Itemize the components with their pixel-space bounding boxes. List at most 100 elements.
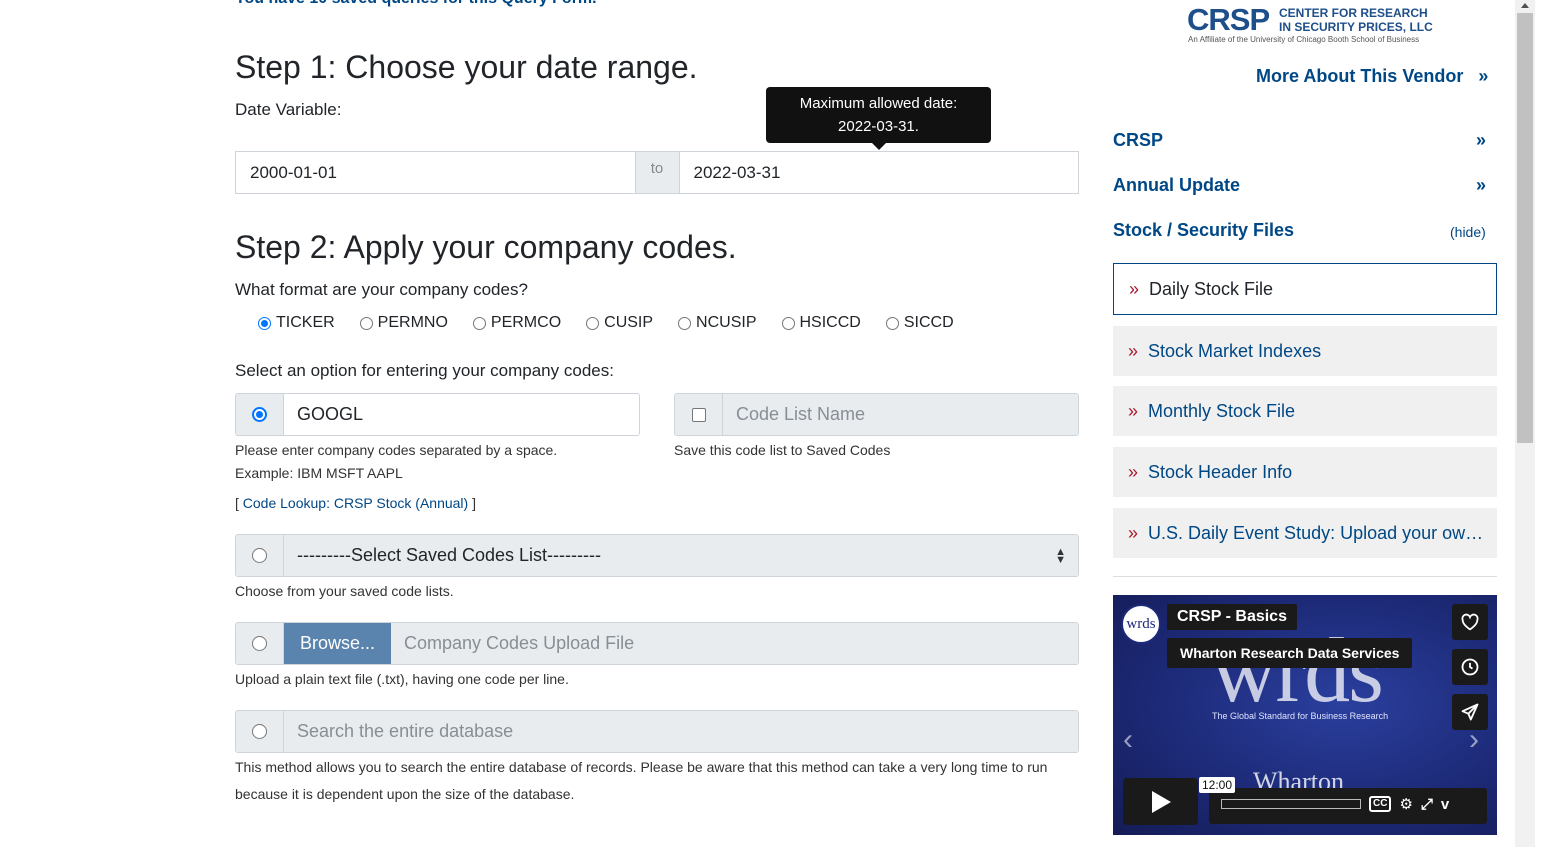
entry-option-label: Select an option for entering your compa… <box>235 361 614 380</box>
saved-queries-note: You have 10 saved queries for this Query… <box>235 0 597 8</box>
channel-logo[interactable]: wrds <box>1121 604 1161 644</box>
sidebar-item-stock-header-info[interactable]: » Stock Header Info <box>1113 447 1497 497</box>
clock-icon <box>1461 658 1479 676</box>
step1-title: Step 1: Choose your date range. <box>235 49 698 85</box>
video-subtitle[interactable]: Wharton Research Data Services <box>1167 638 1413 668</box>
step2-title: Step 2: Apply your company codes. <box>235 229 737 265</box>
codes-input[interactable]: GOOGL <box>284 394 639 435</box>
video-duration: 12:00 <box>1199 777 1236 793</box>
double-chevron-right-icon: » <box>1128 522 1139 543</box>
sidebar-section-annual-update[interactable]: Annual Update <box>1113 175 1240 196</box>
sidebar-files-heading: Stock / Security Files <box>1113 220 1295 240</box>
codes-input-group: GOOGL <box>235 393 640 436</box>
search-db-help-line1: This method allows you to search the ent… <box>235 759 1048 775</box>
radio-icon <box>586 316 600 330</box>
upload-radio[interactable] <box>236 623 284 664</box>
video-control-bar: CC ⚙ ⤢ v <box>1209 788 1487 824</box>
page-scrollbar[interactable] <box>1515 0 1535 847</box>
date-variable-label: Date Variable: <box>235 100 342 119</box>
saved-codes-radio[interactable] <box>236 535 284 576</box>
sidebar-item-event-study[interactable]: » U.S. Daily Event Study: Upload your ow… <box>1113 508 1497 558</box>
double-chevron-right-icon: » <box>1128 340 1139 361</box>
codes-help-line1: Please enter company codes separated by … <box>235 442 558 458</box>
chevron-left-icon[interactable]: ‹ <box>1123 723 1133 757</box>
start-date-input[interactable]: 2000-01-01 <box>235 151 636 194</box>
checkbox-icon <box>691 407 706 422</box>
radio-icon <box>252 724 267 739</box>
crsp-logo[interactable]: CRSP CENTER FOR RESEARCH IN SECURITY PRIC… <box>1187 2 1433 48</box>
code-list-name-group: Code List Name <box>674 393 1079 436</box>
upload-help: Upload a plain text file (.txt), having … <box>235 671 569 687</box>
radio-icon <box>885 316 899 330</box>
sidebar-item-daily-stock-file[interactable]: » Daily Stock File <box>1113 263 1497 315</box>
video-player[interactable]: wrds The Global Standard for Business Re… <box>1113 595 1497 835</box>
date-separator: to <box>635 151 679 194</box>
watch-later-button[interactable] <box>1452 649 1488 685</box>
double-chevron-right-icon[interactable]: » <box>1476 130 1486 151</box>
scrollbar-thumb[interactable] <box>1517 13 1533 443</box>
save-codes-help: Save this code list to Saved Codes <box>674 442 891 458</box>
search-db-group: Search the entire database <box>235 710 1079 753</box>
format-option-hsiccd[interactable]: HSICCD <box>781 314 861 332</box>
play-icon <box>1151 790 1171 813</box>
video-title[interactable]: CRSP - Basics <box>1167 604 1297 630</box>
browse-button[interactable]: Browse... <box>284 623 391 664</box>
radio-icon <box>252 636 267 651</box>
search-db-radio[interactable] <box>236 711 284 752</box>
radio-icon <box>252 407 267 422</box>
double-chevron-right-icon[interactable]: » <box>1476 175 1486 196</box>
tooltip-line2: 2022-03-31. <box>838 118 919 135</box>
double-chevron-right-icon: » <box>1478 66 1489 86</box>
vimeo-icon[interactable]: v <box>1441 796 1449 813</box>
sidebar-item-monthly-stock-file[interactable]: » Monthly Stock File <box>1113 386 1497 436</box>
radio-icon <box>781 316 795 330</box>
play-button[interactable] <box>1123 778 1198 825</box>
radio-icon <box>359 316 373 330</box>
double-chevron-right-icon: » <box>1129 278 1140 299</box>
upload-file-input[interactable]: Company Codes Upload File <box>391 623 1078 664</box>
format-option-ticker[interactable]: TICKER <box>258 314 335 332</box>
video-tagline: The Global Standard for Business Researc… <box>1212 711 1389 721</box>
format-option-permno[interactable]: PERMNO <box>359 314 448 332</box>
upload-group: Browse... Company Codes Upload File <box>235 622 1079 665</box>
chevron-right-icon[interactable]: › <box>1469 723 1479 757</box>
max-date-tooltip: Maximum allowed date: 2022-03-31. <box>766 87 991 150</box>
search-db-help-line2: because it is dependent upon the size of… <box>235 786 575 802</box>
save-codes-checkbox[interactable] <box>675 394 723 435</box>
saved-codes-help: Choose from your saved code lists. <box>235 583 454 599</box>
closed-captions-icon[interactable]: CC <box>1369 796 1392 812</box>
format-option-permco[interactable]: PERMCO <box>472 314 561 332</box>
date-range-group: 2000-01-01 to 2022-03-31 <box>235 151 1079 194</box>
sidebar-section-crsp[interactable]: CRSP <box>1113 130 1163 151</box>
format-option-ncusip[interactable]: NCUSIP <box>678 314 757 332</box>
codes-radio[interactable] <box>236 394 284 435</box>
video-brand: wrds <box>1211 619 1384 721</box>
code-lookup: [ Code Lookup: CRSP Stock (Annual) ] <box>235 495 476 511</box>
radio-icon <box>678 316 692 330</box>
search-db-input[interactable]: Search the entire database <box>284 711 1078 752</box>
sidebar-item-stock-market-indexes[interactable]: » Stock Market Indexes <box>1113 326 1497 376</box>
settings-gear-icon[interactable]: ⚙ <box>1399 795 1412 813</box>
sidebar-divider <box>1113 576 1497 577</box>
format-question: What format are your company codes? <box>235 280 528 299</box>
hide-link[interactable]: (hide) <box>1450 224 1486 240</box>
send-icon <box>1461 703 1479 721</box>
select-updown-icon: ▲ ▼ <box>1055 545 1066 566</box>
radio-icon <box>252 548 267 563</box>
format-option-siccd[interactable]: SICCD <box>885 314 954 332</box>
more-about-vendor-link[interactable]: More About This Vendor » <box>1256 66 1488 87</box>
code-lookup-link[interactable]: Code Lookup: CRSP Stock (Annual) <box>243 495 468 511</box>
codes-help-line2: Example: IBM MSFT AAPL <box>235 465 403 481</box>
end-date-input[interactable]: 2022-03-31 <box>678 151 1079 194</box>
saved-codes-select[interactable]: ---------Select Saved Codes List--------… <box>284 535 1078 576</box>
fullscreen-icon[interactable]: ⤢ <box>1421 796 1433 813</box>
double-chevron-right-icon: » <box>1128 400 1139 421</box>
format-option-cusip[interactable]: CUSIP <box>586 314 653 332</box>
tooltip-line1: Maximum allowed date: <box>799 95 958 112</box>
saved-codes-group: ---------Select Saved Codes List--------… <box>235 534 1079 577</box>
code-list-name-input[interactable]: Code List Name <box>723 394 1078 435</box>
double-chevron-right-icon: » <box>1128 461 1139 482</box>
scroll-up-arrow-icon[interactable] <box>1521 3 1529 8</box>
like-button[interactable] <box>1452 604 1488 640</box>
video-progress-bar[interactable] <box>1221 799 1361 809</box>
